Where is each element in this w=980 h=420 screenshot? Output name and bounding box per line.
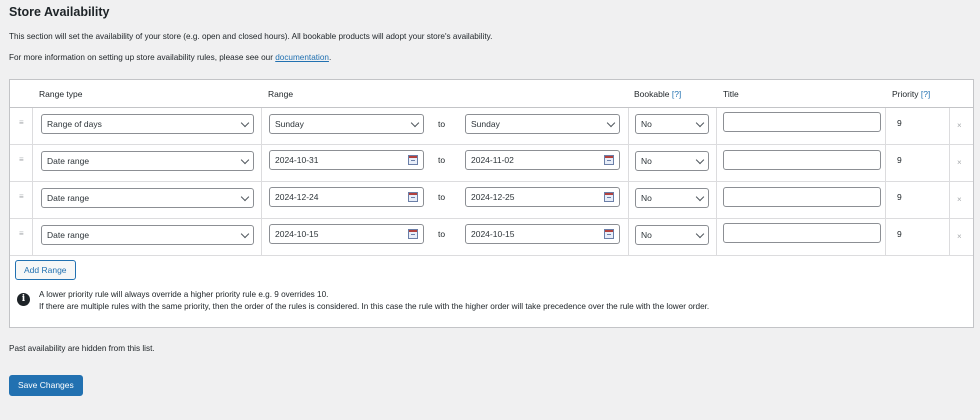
range-type-select[interactable]: Date range bbox=[41, 225, 254, 245]
chevron-down-icon bbox=[240, 192, 250, 202]
calendar-icon[interactable] bbox=[408, 229, 418, 239]
bookable-select[interactable]: No bbox=[635, 114, 709, 134]
range-to-value: 2024-12-25 bbox=[471, 192, 515, 202]
range-type-value: Range of days bbox=[47, 119, 102, 129]
chevron-down-icon bbox=[410, 118, 420, 128]
chevron-down-icon bbox=[695, 118, 705, 128]
section-description: This section will set the availability o… bbox=[9, 32, 493, 41]
save-changes-button[interactable]: Save Changes bbox=[9, 375, 83, 396]
title-input[interactable] bbox=[723, 150, 881, 170]
range-from-value: 2024-10-31 bbox=[275, 155, 319, 165]
priority-help-link[interactable]: [?] bbox=[921, 89, 930, 99]
add-range-button[interactable]: Add Range bbox=[15, 260, 76, 280]
calendar-icon[interactable] bbox=[604, 155, 614, 165]
header-title: Title bbox=[723, 89, 739, 99]
info-text-line-1: A lower priority rule will always overri… bbox=[39, 290, 329, 299]
to-label: to bbox=[438, 155, 446, 165]
title-input[interactable] bbox=[723, 112, 881, 132]
range-from-date-input[interactable]: 2024-10-15 bbox=[269, 224, 424, 244]
delete-x-icon[interactable]: × bbox=[957, 232, 962, 241]
delete-x-icon[interactable]: × bbox=[957, 121, 962, 130]
priority-value[interactable]: 9 bbox=[897, 192, 902, 202]
chevron-down-icon bbox=[240, 229, 250, 239]
calendar-icon[interactable] bbox=[604, 229, 614, 239]
title-input[interactable] bbox=[723, 223, 881, 243]
range-type-value: Date range bbox=[47, 230, 90, 240]
range-to-value: 2024-11-02 bbox=[471, 155, 514, 165]
drag-handle-icon[interactable]: ≡ bbox=[19, 230, 25, 238]
header-bookable: Bookable [?] bbox=[634, 89, 681, 99]
priority-value[interactable]: 9 bbox=[897, 155, 902, 165]
header-bookable-label: Bookable bbox=[634, 89, 670, 99]
bookable-select[interactable]: No bbox=[635, 151, 709, 171]
calendar-icon[interactable] bbox=[408, 192, 418, 202]
documentation-link[interactable]: documentation bbox=[275, 53, 329, 62]
header-range: Range bbox=[268, 89, 294, 99]
calendar-icon[interactable] bbox=[604, 192, 614, 202]
header-range-type: Range type bbox=[39, 89, 83, 99]
store-availability-page: Store Availability This section will set… bbox=[0, 0, 980, 420]
documentation-note: For more information on setting up store… bbox=[9, 53, 331, 62]
header-priority-label: Priority bbox=[892, 89, 919, 99]
drag-handle-icon[interactable]: ≡ bbox=[19, 193, 25, 201]
drag-handle-icon[interactable]: ≡ bbox=[19, 156, 25, 164]
range-to-date-input[interactable]: 2024-12-25 bbox=[465, 187, 620, 207]
to-label: to bbox=[438, 192, 446, 202]
delete-x-icon[interactable]: × bbox=[957, 195, 962, 204]
range-from-value: Sunday bbox=[275, 119, 304, 129]
documentation-note-prefix: For more information on setting up store… bbox=[9, 53, 276, 62]
table-row: ≡ Date range 2024-10-31 to 2024-11-02 No… bbox=[10, 145, 973, 182]
range-from-date-input[interactable]: 2024-10-31 bbox=[269, 150, 424, 170]
table-row: ≡ Date range 2024-10-15 to 2024-10-15 No… bbox=[10, 219, 973, 256]
range-to-date-input[interactable]: 2024-11-02 bbox=[465, 150, 620, 170]
range-type-select[interactable]: Date range bbox=[41, 151, 254, 171]
availability-table: Range type Range Bookable [?] Title Prio… bbox=[9, 79, 974, 328]
chevron-down-icon bbox=[695, 155, 705, 165]
table-header: Range type Range Bookable [?] Title Prio… bbox=[10, 80, 973, 108]
delete-x-icon[interactable]: × bbox=[957, 158, 962, 167]
past-availability-note: Past availability are hidden from this l… bbox=[9, 344, 155, 353]
chevron-down-icon bbox=[240, 155, 250, 165]
range-from-value: 2024-12-24 bbox=[275, 192, 319, 202]
range-type-value: Date range bbox=[47, 193, 90, 203]
chevron-down-icon bbox=[695, 229, 705, 239]
chevron-down-icon bbox=[695, 192, 705, 202]
range-to-date-input[interactable]: 2024-10-15 bbox=[465, 224, 620, 244]
priority-value[interactable]: 9 bbox=[897, 229, 902, 239]
range-type-value: Date range bbox=[47, 156, 90, 166]
range-to-value: 2024-10-15 bbox=[471, 229, 515, 239]
title-input[interactable] bbox=[723, 187, 881, 207]
header-priority: Priority [?] bbox=[892, 89, 930, 99]
bookable-help-link[interactable]: [?] bbox=[672, 89, 681, 99]
documentation-note-suffix: . bbox=[328, 53, 332, 62]
calendar-icon[interactable] bbox=[408, 155, 418, 165]
bookable-value: No bbox=[641, 193, 652, 203]
range-from-date-input[interactable]: 2024-12-24 bbox=[269, 187, 424, 207]
info-text-line-2: If there are multiple rules with the sam… bbox=[39, 302, 710, 311]
bookable-value: No bbox=[641, 156, 652, 166]
drag-handle-icon[interactable]: ≡ bbox=[19, 119, 25, 127]
bookable-select[interactable]: No bbox=[635, 225, 709, 245]
table-row: ≡ Date range 2024-12-24 to 2024-12-25 No… bbox=[10, 182, 973, 219]
range-type-select[interactable]: Date range bbox=[41, 188, 254, 208]
info-icon: i bbox=[17, 293, 30, 306]
range-to-select[interactable]: Sunday bbox=[465, 114, 620, 134]
to-label: to bbox=[438, 229, 446, 239]
range-type-select[interactable]: Range of days bbox=[41, 114, 254, 134]
chevron-down-icon bbox=[606, 118, 616, 128]
chevron-down-icon bbox=[240, 118, 250, 128]
bookable-value: No bbox=[641, 230, 652, 240]
bookable-select[interactable]: No bbox=[635, 188, 709, 208]
section-title: Store Availability bbox=[9, 5, 110, 19]
range-from-select[interactable]: Sunday bbox=[269, 114, 424, 134]
to-label: to bbox=[438, 119, 446, 129]
bookable-value: No bbox=[641, 119, 652, 129]
table-row: ≡ Range of days Sunday to Sunday No 9 × bbox=[10, 108, 973, 145]
range-from-value: 2024-10-15 bbox=[275, 229, 319, 239]
range-to-value: Sunday bbox=[471, 119, 500, 129]
priority-value[interactable]: 9 bbox=[897, 118, 902, 128]
